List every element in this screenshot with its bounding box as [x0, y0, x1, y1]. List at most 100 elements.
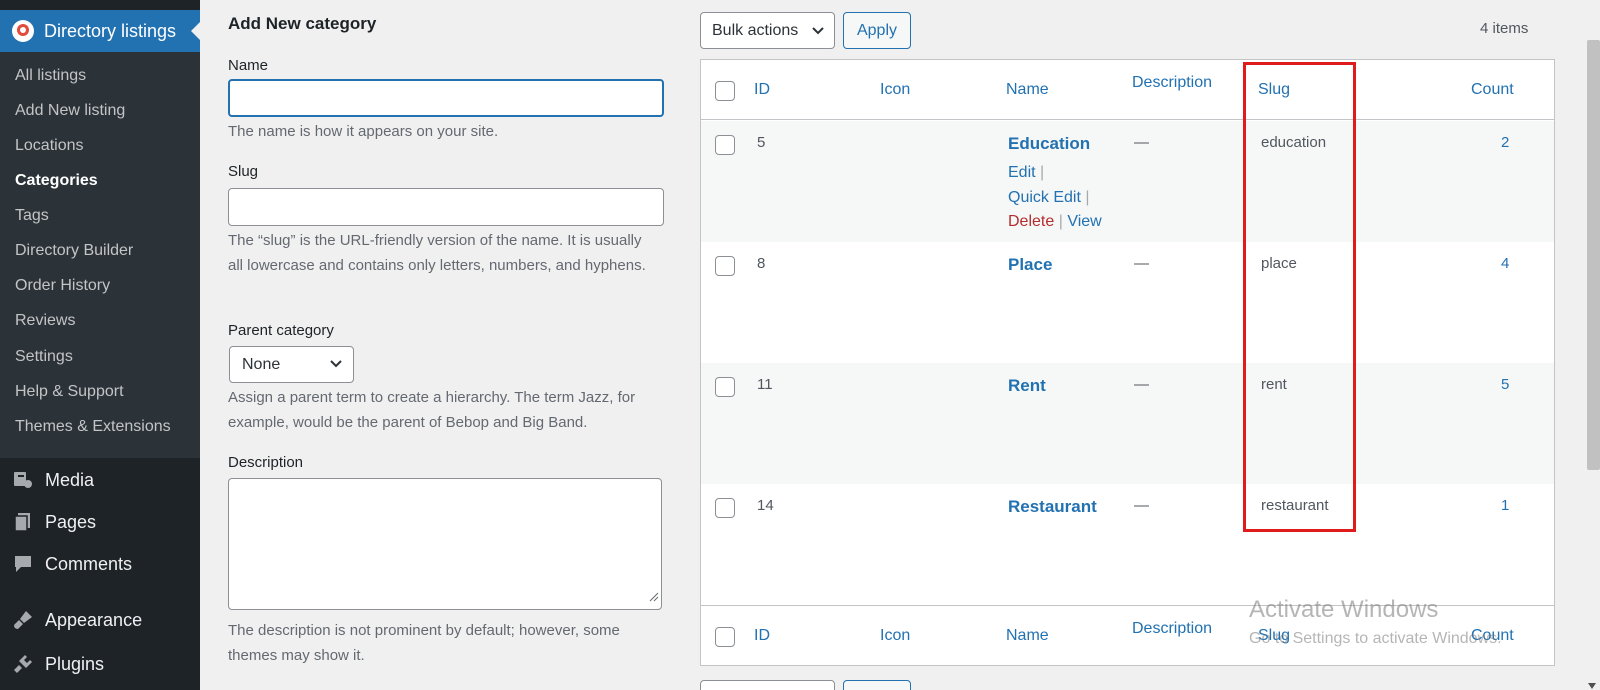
table-row: 5 Education Edit | Quick Edit | Delete |… [701, 121, 1554, 242]
submenu-settings[interactable]: Settings [15, 348, 73, 366]
row-name-link[interactable]: Restaurant [1008, 497, 1097, 517]
select-all-checkbox[interactable] [715, 627, 735, 647]
row-id: 11 [757, 376, 773, 393]
description-textarea[interactable] [228, 478, 662, 610]
quick-edit-link[interactable]: Quick Edit [1008, 189, 1081, 206]
slug-column-highlight [1243, 62, 1356, 532]
submenu-add-new-listing[interactable]: Add New listing [15, 102, 125, 120]
name-help-text: The name is how it appears on your site. [228, 123, 499, 140]
sidebar-item-directory-listings[interactable]: Directory listings [0, 10, 201, 52]
submenu-tags[interactable]: Tags [15, 207, 49, 225]
chevron-down-icon [329, 357, 343, 376]
page-scrollbar[interactable] [1583, 0, 1600, 690]
edit-link[interactable]: Edit [1008, 164, 1036, 181]
select-all-checkbox[interactable] [715, 81, 735, 101]
separator: | [1040, 164, 1045, 181]
table-row: 11 Rent — rent 5 [701, 363, 1554, 484]
column-name[interactable]: Name [1006, 81, 1049, 99]
column-icon: Icon [880, 81, 911, 98]
row-count-link[interactable]: 4 [1501, 255, 1509, 272]
column-name[interactable]: Name [1006, 627, 1049, 645]
submenu-all-listings[interactable]: All listings [15, 67, 86, 85]
bulk-actions-value: Bulk actions [712, 21, 799, 39]
view-link[interactable]: View [1067, 213, 1101, 230]
table-row: 14 Restaurant — restaurant 1 [701, 484, 1554, 605]
sidebar-item-label: Appearance [45, 609, 143, 630]
row-count-link[interactable]: 1 [1501, 497, 1509, 514]
delete-link[interactable]: Delete [1008, 213, 1054, 230]
activate-windows-watermark: Activate Windows [1249, 596, 1439, 623]
scroll-down-arrow-icon[interactable] [1588, 676, 1596, 690]
column-id[interactable]: ID [754, 627, 770, 645]
row-description: — [1134, 497, 1149, 514]
row-count-link[interactable]: 5 [1501, 376, 1509, 393]
row-id: 5 [757, 134, 766, 151]
admin-sidebar: Directory listings All listings Add New … [0, 0, 201, 690]
column-count[interactable]: Count [1471, 81, 1514, 99]
sidebar-item-label: Plugins [45, 653, 105, 674]
bulk-actions-select[interactable]: Bulk actions [700, 12, 835, 49]
column-icon: Icon [880, 627, 911, 644]
row-checkbox[interactable] [715, 256, 735, 276]
sidebar-item-appearance[interactable]: Appearance [0, 600, 200, 640]
row-count-link[interactable]: 2 [1501, 134, 1509, 151]
submenu-themes-extensions[interactable]: Themes & Extensions [15, 418, 171, 436]
media-icon [12, 469, 34, 491]
row-name-link[interactable]: Education [1008, 134, 1090, 154]
categories-table: ID Icon Name Description Slug Count 5 Ed… [700, 59, 1555, 666]
row-description: — [1134, 255, 1149, 272]
column-description[interactable]: Description [1132, 74, 1212, 92]
parent-category-select[interactable]: None [229, 346, 354, 383]
submenu-directory-builder[interactable]: Directory Builder [15, 242, 133, 260]
submenu-help-support[interactable]: Help & Support [15, 383, 124, 401]
sidebar-item-label: Media [45, 469, 95, 490]
sidebar-item-media[interactable]: Media [0, 460, 200, 500]
submenu-categories[interactable]: Categories [15, 172, 98, 190]
sidebar-item-label: Directory listings [44, 20, 177, 41]
appearance-icon [12, 609, 34, 631]
slug-input[interactable] [228, 188, 664, 226]
column-id[interactable]: ID [754, 81, 770, 99]
items-count: 4 items [1480, 20, 1529, 37]
row-checkbox[interactable] [715, 498, 735, 518]
row-checkbox[interactable] [715, 135, 735, 155]
slug-help-text: The “slug” is the URL-friendly version o… [228, 232, 646, 274]
apply-button-bottom[interactable] [843, 680, 911, 690]
parent-category-help-text: Assign a parent term to create a hierarc… [228, 389, 636, 431]
row-description: — [1134, 134, 1149, 151]
sidebar-item-comments[interactable]: Comments [0, 544, 200, 584]
row-description: — [1134, 376, 1149, 393]
name-label: Name [228, 57, 269, 74]
pages-icon [12, 511, 34, 533]
directory-logo-icon [12, 20, 34, 42]
description-label: Description [228, 454, 304, 471]
plugins-icon [12, 653, 34, 675]
submenu-locations[interactable]: Locations [15, 137, 84, 155]
slug-label: Slug [228, 163, 259, 180]
sidebar-item-plugins[interactable]: Plugins [0, 644, 200, 684]
apply-button[interactable]: Apply [843, 12, 911, 49]
separator: | [1058, 213, 1063, 230]
submenu-order-history[interactable]: Order History [15, 277, 110, 295]
row-name-link[interactable]: Rent [1008, 376, 1046, 396]
parent-category-value: None [242, 355, 281, 373]
form-title: Add New category [228, 14, 377, 33]
comments-icon [12, 553, 34, 575]
row-name-link[interactable]: Place [1008, 255, 1052, 275]
sidebar-submenu: All listings Add New listing Locations C… [0, 52, 200, 458]
table-header: ID Icon Name Description Slug Count [701, 60, 1554, 120]
sidebar-item-pages[interactable]: Pages [0, 502, 200, 542]
sidebar-item-label: Comments [45, 553, 133, 574]
row-id: 8 [757, 255, 766, 272]
description-help-text: The description is not prominent by defa… [228, 622, 620, 664]
scrollbar-thumb[interactable] [1587, 40, 1600, 470]
parent-category-label: Parent category [228, 322, 334, 339]
submenu-reviews[interactable]: Reviews [15, 312, 75, 330]
name-input[interactable] [228, 79, 664, 117]
column-description[interactable]: Description [1132, 620, 1212, 638]
row-actions: Edit | Quick Edit | Delete | View [1008, 161, 1102, 235]
bulk-actions-select-bottom[interactable] [700, 680, 835, 690]
resize-grip-icon[interactable] [649, 589, 659, 607]
sidebar-item-label: Pages [45, 511, 97, 532]
row-checkbox[interactable] [715, 377, 735, 397]
